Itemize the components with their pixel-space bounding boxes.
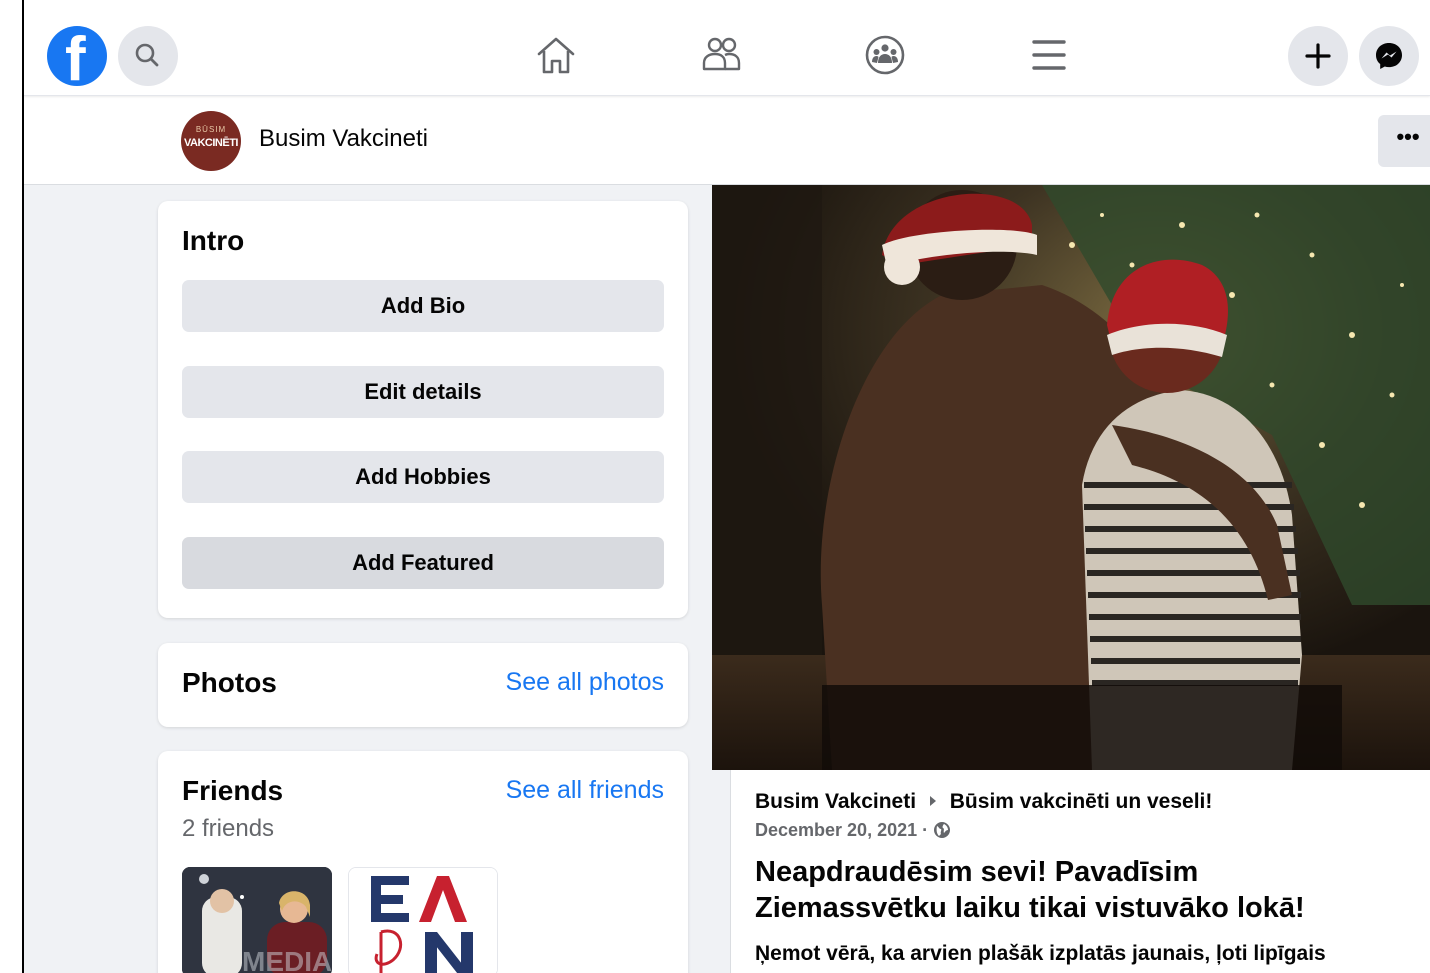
- post-title: Neapdraudēsim sevi! Pavadīsim Ziemassvēt…: [755, 856, 1305, 924]
- globe-icon: [934, 822, 951, 838]
- messenger-button[interactable]: [1359, 26, 1419, 86]
- post-photo[interactable]: [712, 185, 1430, 770]
- window-edge: [0, 0, 24, 973]
- friends-count: 2 friends: [182, 815, 275, 842]
- facebook-logo[interactable]: f: [47, 26, 107, 86]
- add-featured-button[interactable]: Add Featured: [182, 537, 664, 589]
- groups-icon[interactable]: [863, 33, 907, 77]
- menu-icon[interactable]: [1027, 33, 1071, 77]
- friend-thumbnail[interactable]: MEDIA: [182, 867, 332, 973]
- create-button[interactable]: [1288, 26, 1348, 86]
- add-bio-button[interactable]: Add Bio: [182, 280, 664, 332]
- friend-thumbnail[interactable]: [348, 867, 498, 973]
- home-icon[interactable]: [534, 33, 578, 77]
- photos-card: Photos See all photos: [158, 643, 688, 727]
- messenger-icon: [1376, 43, 1402, 69]
- friends-icon[interactable]: [699, 33, 743, 77]
- friend-photo: MEDIA: [182, 867, 332, 973]
- avatar-text-top: BŪSIM: [195, 125, 227, 134]
- search-button[interactable]: [118, 26, 178, 86]
- post-author[interactable]: Busim Vakcineti: [755, 790, 916, 813]
- post-date[interactable]: December 20, 2021 ·: [755, 820, 928, 840]
- post-target-group[interactable]: Būsim vakcinēti un veseli!: [950, 790, 1213, 813]
- caret-right-icon: [929, 796, 936, 806]
- top-nav-bar: f: [24, 0, 1430, 96]
- more-options-button[interactable]: •••: [1378, 115, 1430, 167]
- avatar-text-bottom: VAKCINĒTI: [184, 137, 238, 149]
- post-image: [712, 185, 1430, 770]
- post-date-line: December 20, 2021 ·: [755, 820, 951, 841]
- search-icon: [135, 43, 159, 67]
- post-header: Busim Vakcineti Būsim vakcinēti un vesel…: [755, 790, 1212, 814]
- friends-card: Friends See all friends 2 friends MEDIA: [158, 751, 688, 973]
- intro-title: Intro: [182, 225, 245, 256]
- profile-name[interactable]: Busim Vakcineti: [259, 125, 428, 153]
- edit-details-button[interactable]: Edit details: [182, 366, 664, 418]
- profile-header: BŪSIM VAKCINĒTI Busim Vakcineti •••: [24, 97, 1430, 185]
- see-all-photos-link[interactable]: See all photos: [506, 668, 664, 697]
- friends-title: Friends: [182, 775, 284, 806]
- photos-title: Photos: [182, 667, 277, 698]
- add-hobbies-button[interactable]: Add Hobbies: [182, 451, 664, 503]
- see-all-friends-link[interactable]: See all friends: [506, 776, 664, 805]
- svg-text:MEDIA: MEDIA: [242, 946, 332, 973]
- friend-photo: [349, 868, 497, 973]
- plus-icon: [1305, 43, 1331, 69]
- post-card: Busim Vakcineti Būsim vakcinēti un vesel…: [730, 770, 1430, 973]
- post-text: Ņemot vērā, ka arvien plašāk izplatās ja…: [755, 942, 1326, 965]
- avatar[interactable]: BŪSIM VAKCINĒTI: [181, 111, 241, 171]
- intro-card: Intro Add Bio Edit details Add Hobbies A…: [158, 201, 688, 618]
